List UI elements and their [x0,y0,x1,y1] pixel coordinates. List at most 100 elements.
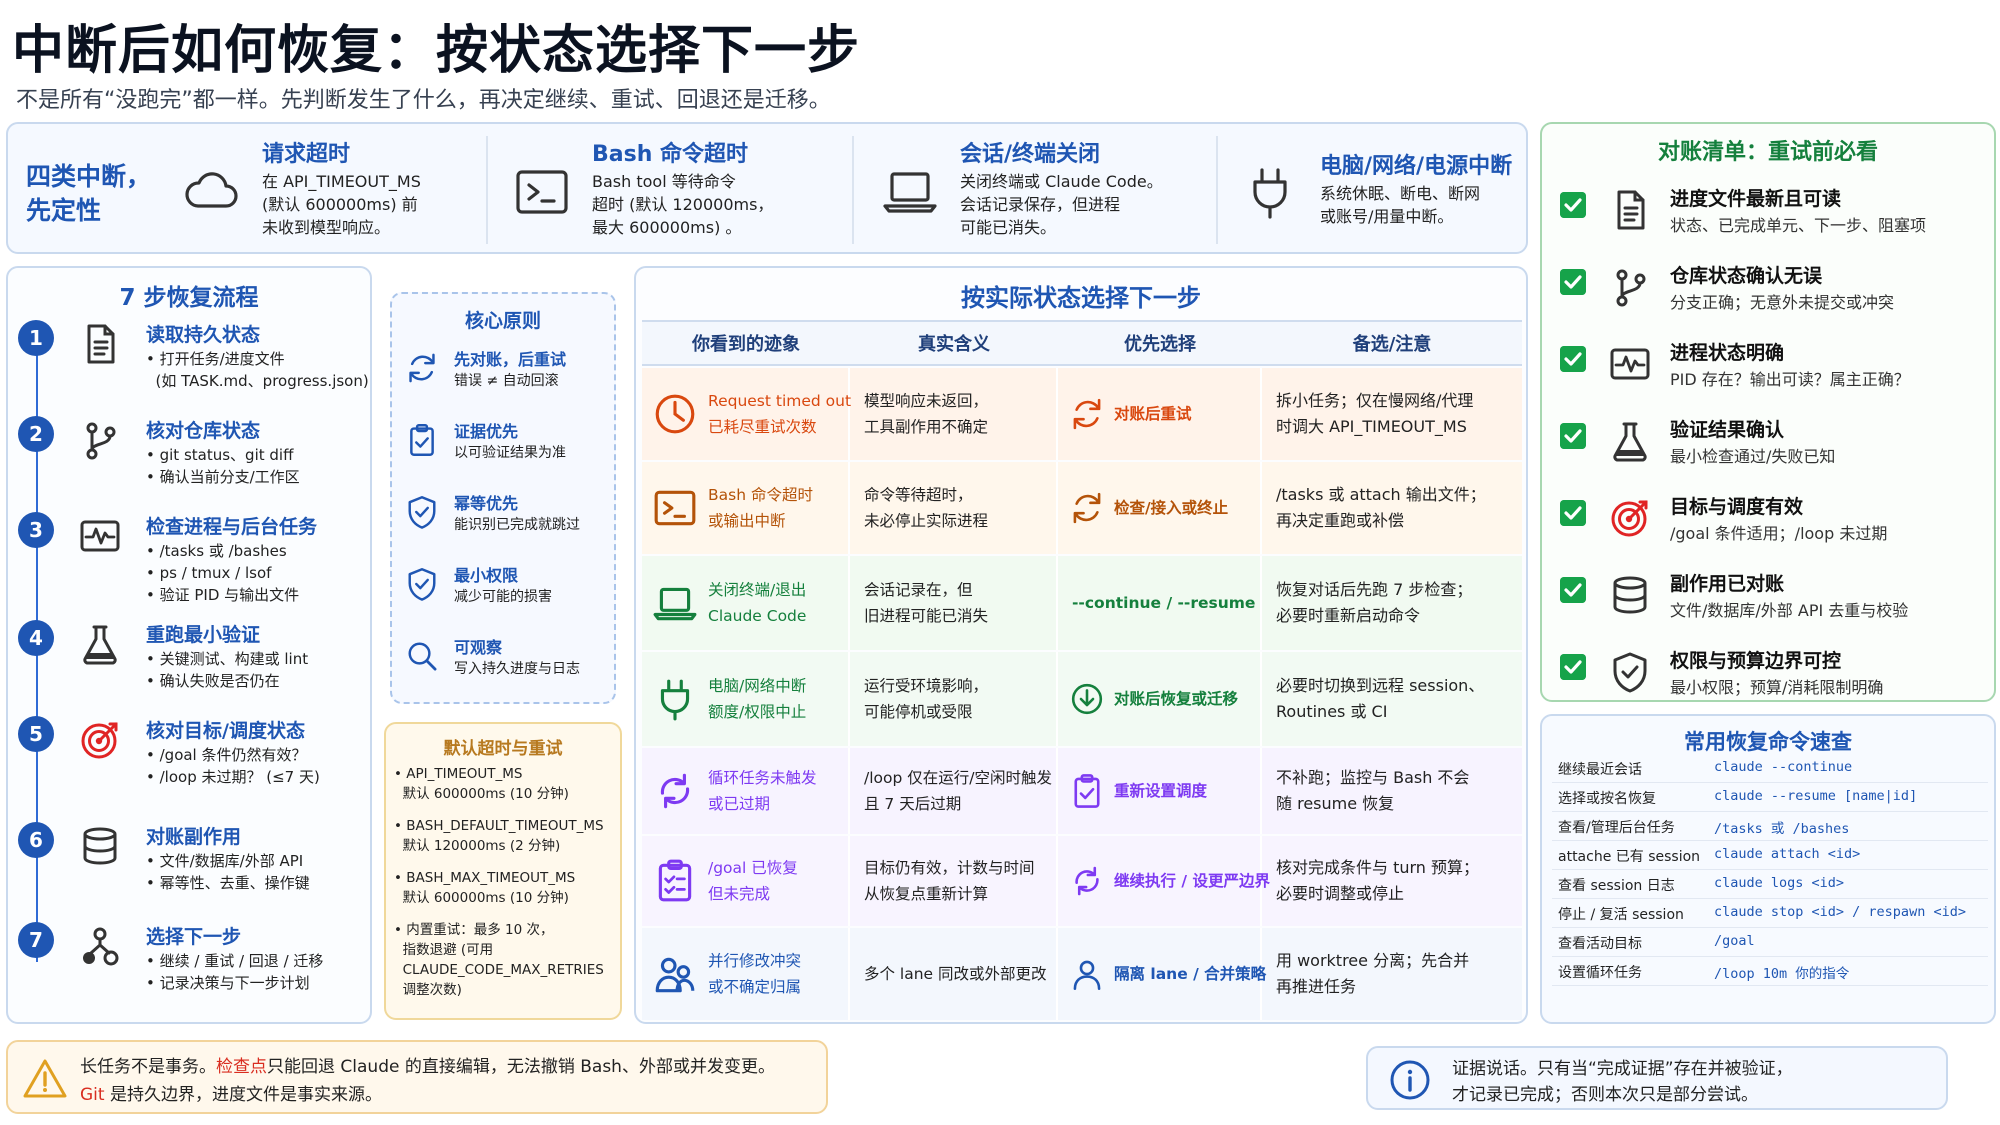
recovery-step: 2 核对仓库状态 • git status、git diff • 确认当前分支/工作… [18,416,368,512]
checkbox-checked-icon[interactable] [1560,423,1586,449]
column-header: 优先选择 [1058,320,1262,366]
note-cell: 恢复对话后先跑 7 步检查； 必要时重新启动命令 [1276,580,1473,625]
step-number: 5 [18,716,54,752]
pulse-icon [80,520,120,552]
state-row: 关闭终端/退出 Claude Code 会话记录在，但 旧进程可能已消失 --con… [642,556,1522,650]
warning-note: 长任务不是事务。检查点只能回退 Claude 的直接编辑，无法撤销 Bash、外… [6,1040,828,1114]
command-row: 选择或按名恢复 claude --resume [name|id] [1552,785,1988,812]
checklist-title: 对账清单：重试前必看 [1657,140,1878,165]
user-icon [1073,960,1101,990]
document-icon [1617,190,1645,230]
shield-check-icon [408,496,436,529]
git-branch-icon [86,422,116,460]
checkbox-checked-icon[interactable] [1560,654,1586,680]
download-circle-icon [1071,683,1103,715]
meaning-cell: 会话记录在，但 旧进程可能已消失 [850,556,1058,650]
note-cell: 不补跑；监控与 Bash 不会 随 resume 恢复 [1276,768,1470,813]
principle-item: 先对账，后重试 错误 ≠ 自动回滚 [404,346,614,410]
laptop-icon [653,587,697,621]
command-row: 查看 session 日志 claude logs <id> [1552,872,1988,899]
meaning-cell: 运行受环境影响， 可能停机或受限 [850,652,1058,746]
flask-icon [83,625,117,665]
sign-cell: 电脑/网络中断 额度/权限中止 [642,652,850,746]
interruption-types-panel: 四类中断， 先定性 请求超时 在 API_TIMEOUT_MS (默认 6000… [6,122,1528,254]
recovery-steps-panel: 7 步恢复流程 1 读取持久状态 • 打开任务/进度文件 (如 TASK.md、pr… [6,266,372,1024]
terminal-icon [654,490,696,526]
checkbox-checked-icon[interactable] [1560,192,1586,218]
checkbox-checked-icon[interactable] [1560,500,1586,526]
meaning-cell: 目标仍有效，计数与时间 从恢复点重新计算 [850,836,1058,926]
checklist-item: 仓库状态确认无误 分支正确；无意外未提交或冲突 [1560,261,1990,331]
checklist-item: 进度文件最新且可读 状态、已完成单元、下一步、阻塞项 [1560,184,1990,254]
state-table-title: 按实际状态选择下一步 [961,284,1201,312]
note-cell: 拆小任务；仅在慢网络/代理 时调大 API_TIMEOUT_MS [1276,391,1474,436]
info-icon [1390,1060,1430,1100]
principle-item: 可观察 写入持久进度与日志 [404,634,614,698]
checklist-icon [658,859,692,902]
database-icon [83,827,117,865]
interruption-bash-timeout: Bash 命令超时 Bash tool 等待命令 超时 (默认 120000ms… [512,136,842,244]
warning-line-1: 长任务不是事务。检查点只能回退 Claude 的直接编辑，无法撤销 Bash、外… [80,1057,775,1077]
checklist-item: 进程状态明确 PID 存在？输出可读？属主正确？ [1560,338,1990,408]
checklist-item: 目标与调度有效/goal 条件适用；/loop 未过期 [1560,492,1990,562]
sign-cell: Request timed out 已耗尽重试次数 [642,368,851,460]
command-cheatsheet: 常用恢复命令速查 继续最近会话 claude --continue 选择或按名恢复 c… [1540,714,1996,1024]
flask-icon [1613,422,1647,462]
power-plug-icon [660,679,690,721]
checkbox-checked-icon[interactable] [1560,346,1586,372]
evidence-line-1: 证据说话。只有当“完成证据”存在并被验证， [1452,1059,1793,1079]
action-cell: 对账后恢复或迁移 [1058,652,1262,746]
step-number: 7 [18,922,54,958]
action-cell: --continue / --resume [1058,556,1262,650]
checkbox-checked-icon[interactable] [1560,269,1586,295]
column-header: 你看到的迹象 [642,320,850,366]
timeout-item: • BASH_DEFAULT_TIMEOUT_MS 默认 120000ms (2… [394,818,604,854]
meaning-cell: /loop 仅在运行/空闲时触发 且 7 天后过期 [850,748,1058,834]
pulse-icon [1610,348,1650,380]
checkbox-checked-icon[interactable] [1560,577,1586,603]
commands-title: 常用恢复命令速查 [1684,730,1852,754]
action-cell: 继续执行 / 设更严边界 [1058,836,1270,926]
action-cell: 检查/接入或终止 [1058,462,1262,554]
state-row: Request timed out 已耗尽重试次数 模型响应未返回， 工具副作用不… [642,368,1522,460]
command-row: 停止 / 复活 session claude stop <id> / respaw… [1552,901,1988,928]
evidence-note: 证据说话。只有当“完成证据”存在并被验证， 才记录已完成；否则本次只是部分尝试。 [1366,1046,1948,1110]
users-icon [655,957,695,993]
timeouts-title: 默认超时与重试 [443,739,563,759]
interruption-lead: 四类中断， 先定性 [26,162,152,225]
shield-check-icon [408,568,436,601]
principle-item: 最小权限 减少可能的损害 [404,562,614,626]
step-number: 3 [18,512,54,548]
reconcile-checklist: 对账清单：重试前必看 进度文件最新且可读 状态、已完成单元、下一步、阻塞项 仓库状态… [1540,122,1996,702]
step-number: 2 [18,416,54,452]
note-cell: 必要时切换到远程 session、 Routines 或 CI [1276,676,1485,721]
principle-item: 幂等优先 能识别已完成就跳过 [404,490,614,554]
warning-line-2: Git 是持久边界，进度文件是事实来源。 [80,1085,382,1105]
step-number: 6 [18,822,54,858]
command-row: 设置循环任务/loop 10m 你的指令 [1552,959,1988,986]
state-row: 电脑/网络中断 额度/权限中止 运行受环境影响， 可能停机或受限 对账后恢复或迁移必… [642,652,1522,746]
refresh-icon [1073,398,1101,430]
recovery-step: 3 检查进程与后台任务 • /tasks 或 /bashes • ps / tmux… [18,512,368,608]
state-row: 循环任务未触发 或已过期/loop 仅在运行/空闲时触发 且 7 天后过期 重新设… [642,748,1522,834]
page-subtitle: 不是所有“没跑完”都一样。先判断发生了什么，再决定继续、重试、回退还是迁移。 [16,88,831,113]
sign-cell: 循环任务未触发 或已过期 [642,748,850,834]
state-row: 并行修改冲突 或不确定归属 多个 lane 同改或外部更改 隔离 lane / 合并… [642,928,1522,1020]
power-plug-icon [1253,168,1287,219]
timeout-item: • BASH_MAX_TIMEOUT_MS 默认 600000ms (10 分钟… [394,870,576,906]
recovery-step: 4 重跑最小验证 • 关键测试、构建或 lint • 确认失败是否仍在 [18,620,368,716]
meaning-cell: 模型响应未返回， 工具副作用不确定 [850,368,1058,460]
divider [852,136,854,244]
principles-title: 核心原则 [464,310,541,332]
target-icon [81,722,118,759]
checklist-item: 权限与预算边界可控 最小权限；预算/消耗限制明确 [1560,646,1990,716]
loop-icon [660,773,690,809]
note-cell: 用 worktree 分离；先合并 再推进任务 [1276,951,1470,996]
sign-cell: 关闭终端/退出 Claude Code [642,556,850,650]
laptop-icon [883,172,937,213]
note-cell: 核对完成条件与 turn 预算； 必要时调整或停止 [1276,858,1480,903]
default-timeouts-panel: 默认超时与重试 • API_TIMEOUT_MS 默认 600000ms (10… [384,722,622,1020]
clipboard-check-icon [410,424,434,456]
sign-cell: Bash 命令超时 或输出中断 [642,462,850,554]
fork-icon [83,927,119,966]
